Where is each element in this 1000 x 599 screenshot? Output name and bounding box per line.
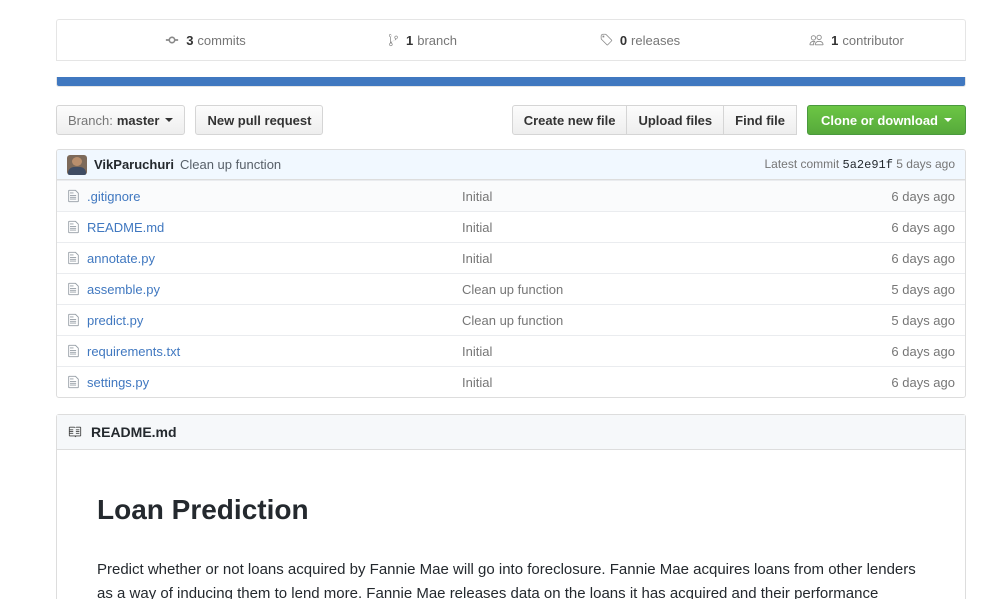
repository-page: 3 commits 1 branch 0 releases: [0, 0, 1000, 599]
branch-select-button[interactable]: Branch: master: [56, 105, 185, 135]
file-name-cell: .gitignore: [87, 189, 462, 204]
file-icon: [57, 282, 87, 296]
file-link[interactable]: assemble.py: [87, 282, 160, 297]
file-link[interactable]: .gitignore: [87, 189, 140, 204]
tag-icon: [599, 33, 613, 47]
chevron-down-icon: [944, 118, 952, 122]
file-name-cell: assemble.py: [87, 282, 462, 297]
table-row[interactable]: requirements.txt Initial 6 days ago: [57, 335, 965, 366]
file-icon: [57, 251, 87, 265]
stat-commits[interactable]: 3 commits: [97, 20, 314, 60]
stat-branches-label: branch: [417, 33, 457, 48]
latest-commit-meta: Latest commit 5a2e91f 5 days ago: [764, 157, 955, 172]
file-commit-message[interactable]: Clean up function: [462, 282, 855, 297]
file-age: 5 days ago: [855, 313, 965, 328]
stat-branches-count: 1: [406, 33, 413, 48]
file-commit-message[interactable]: Initial: [462, 189, 855, 204]
file-icon: [57, 220, 87, 234]
readme-paragraph-text-before-link: Predict whether or not loans acquired by…: [97, 561, 916, 599]
file-age: 6 days ago: [855, 189, 965, 204]
toolbar-right-group: Create new file Upload files Find file C…: [512, 105, 966, 135]
repo-container: 3 commits 1 branch 0 releases: [56, 0, 966, 599]
stat-commits-label: commits: [197, 33, 245, 48]
file-commit-message[interactable]: Clean up function: [462, 313, 855, 328]
file-link[interactable]: predict.py: [87, 313, 143, 328]
commit-author-group: VikParuchuri Clean up function: [67, 155, 281, 175]
people-icon: [809, 33, 824, 47]
file-commit-message[interactable]: Initial: [462, 220, 855, 235]
file-commit-message[interactable]: Initial: [462, 251, 855, 266]
branch-name-label: master: [117, 113, 160, 128]
file-name-cell: settings.py: [87, 375, 462, 390]
avatar: [67, 155, 87, 175]
stat-commits-count: 3: [186, 33, 193, 48]
file-name-cell: requirements.txt: [87, 344, 462, 359]
file-link[interactable]: annotate.py: [87, 251, 155, 266]
branch-icon: [388, 33, 399, 47]
file-icon: [57, 375, 87, 389]
table-row[interactable]: predict.py Clean up function 5 days ago: [57, 304, 965, 335]
readme-heading: Loan Prediction: [97, 492, 925, 538]
table-row[interactable]: README.md Initial 6 days ago: [57, 211, 965, 242]
commit-age: 5 days ago: [896, 157, 955, 171]
repo-stats-bar: 3 commits 1 branch 0 releases: [56, 19, 966, 61]
file-navigation-toolbar: Branch: master New pull request Create n…: [56, 103, 966, 137]
commit-sha[interactable]: 5a2e91f: [843, 158, 893, 172]
latest-commit-bar: VikParuchuri Clean up function Latest co…: [57, 150, 965, 180]
branch-prefix-label: Branch:: [68, 113, 113, 128]
file-link[interactable]: requirements.txt: [87, 344, 180, 359]
language-color-bar: [56, 77, 966, 87]
stat-releases-label: releases: [631, 33, 680, 48]
commit-author-link[interactable]: VikParuchuri: [94, 157, 174, 172]
file-age: 6 days ago: [855, 344, 965, 359]
file-list-container: VikParuchuri Clean up function Latest co…: [56, 149, 966, 398]
stat-contributors[interactable]: 1 contributor: [748, 20, 965, 60]
stat-contributors-count: 1: [831, 33, 838, 48]
readme-filename: README.md: [91, 424, 177, 440]
commit-message[interactable]: Clean up function: [180, 157, 281, 172]
file-name-cell: README.md: [87, 220, 462, 235]
file-commit-message[interactable]: Initial: [462, 375, 855, 390]
latest-commit-label: Latest commit: [764, 157, 839, 171]
create-new-file-button[interactable]: Create new file: [512, 105, 628, 135]
readme-content: Loan Prediction Predict whether or not l…: [57, 450, 965, 599]
file-age: 6 days ago: [855, 220, 965, 235]
table-row[interactable]: settings.py Initial 6 days ago: [57, 366, 965, 397]
file-icon: [57, 313, 87, 327]
file-age: 5 days ago: [855, 282, 965, 297]
book-icon: [67, 425, 83, 439]
chevron-down-icon: [165, 118, 173, 122]
file-link[interactable]: README.md: [87, 220, 164, 235]
file-icon: [57, 344, 87, 358]
stat-branches[interactable]: 1 branch: [314, 20, 531, 60]
commit-icon: [165, 33, 179, 47]
readme-card: README.md Loan Prediction Predict whethe…: [56, 414, 966, 599]
table-row[interactable]: .gitignore Initial 6 days ago: [57, 180, 965, 211]
find-file-button[interactable]: Find file: [724, 105, 797, 135]
file-age: 6 days ago: [855, 251, 965, 266]
new-pull-request-button[interactable]: New pull request: [195, 105, 323, 135]
stat-contributors-label: contributor: [842, 33, 903, 48]
readme-paragraph: Predict whether or not loans acquired by…: [97, 558, 917, 599]
toolbar-left-group: Branch: master New pull request: [56, 105, 323, 135]
file-link[interactable]: settings.py: [87, 375, 149, 390]
readme-header: README.md: [57, 415, 965, 450]
file-name-cell: predict.py: [87, 313, 462, 328]
file-age: 6 days ago: [855, 375, 965, 390]
file-icon: [57, 189, 87, 203]
table-row[interactable]: annotate.py Initial 6 days ago: [57, 242, 965, 273]
upload-files-button[interactable]: Upload files: [627, 105, 724, 135]
table-row[interactable]: assemble.py Clean up function 5 days ago: [57, 273, 965, 304]
clone-or-download-button[interactable]: Clone or download: [807, 105, 966, 135]
clone-or-download-label: Clone or download: [821, 113, 938, 128]
stat-releases-count: 0: [620, 33, 627, 48]
stat-releases[interactable]: 0 releases: [531, 20, 748, 60]
file-name-cell: annotate.py: [87, 251, 462, 266]
file-commit-message[interactable]: Initial: [462, 344, 855, 359]
